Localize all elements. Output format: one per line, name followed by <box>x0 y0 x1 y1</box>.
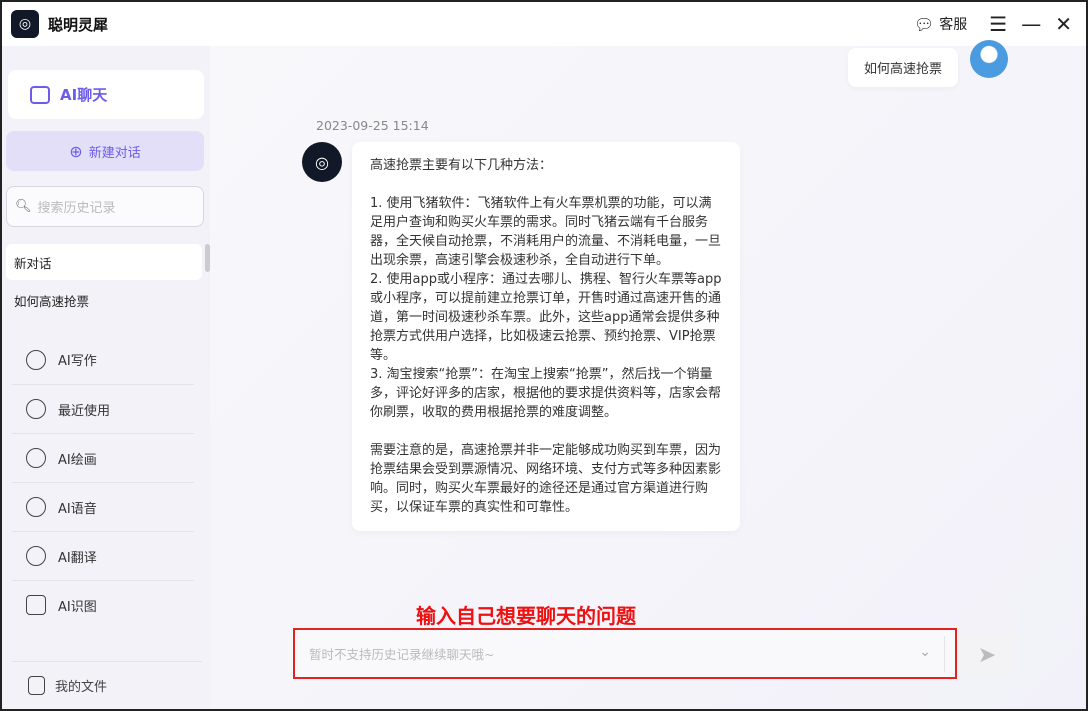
tool-label: 最近使用 <box>58 403 111 419</box>
my-files-button[interactable]: 我的文件 <box>12 661 202 709</box>
annotation-text: 输入自己想要聊天的问题 <box>416 604 636 628</box>
sidebar-item-ai-chat[interactable]: AI聊天 <box>8 70 204 119</box>
sidebar-item-ai-translate[interactable]: AI翻译 <box>12 531 194 580</box>
close-icon[interactable]: ✕ <box>1055 12 1072 36</box>
history-list: 新对话 如何高速抢票 <box>6 244 202 320</box>
new-chat-button[interactable]: ⊕ 新建对话 <box>6 131 204 171</box>
tool-label: AI识图 <box>58 599 97 615</box>
my-files-label: 我的文件 <box>55 680 108 695</box>
history-item[interactable]: 新对话 <box>6 244 202 280</box>
minimize-icon[interactable]: — <box>1021 12 1041 36</box>
chevron-down-icon[interactable]: ⌄ <box>919 644 931 660</box>
bot-message: 高速抢票主要有以下几种方法： 1. 使用飞猪软件：飞猪软件上有火车票机票的功能，… <box>352 142 740 531</box>
brush-icon <box>26 448 46 468</box>
sidebar-item-ai-writing[interactable]: AI写作 <box>12 335 194 384</box>
sidebar: AI聊天 ⊕ 新建对话 🔍︎ 搜索历史记录 新对话 如何高速抢票 AI写作 最近… <box>2 46 210 709</box>
ai-chat-label: AI聊天 <box>60 86 108 104</box>
bot-avatar: ◎ <box>302 142 342 182</box>
app-title: 聪明灵犀 <box>48 15 109 34</box>
search-placeholder: 搜索历史记录 <box>37 201 116 216</box>
tool-label: AI写作 <box>58 354 97 369</box>
chat-area: 如何高速抢票 2023-09-25 15:14 ◎ 高速抢票主要有以下几种方法：… <box>210 40 1086 709</box>
app-window: ◎ 聪明灵犀 💬︎ 客服 ☰ — ✕ AI聊天 ⊕ 新建对话 🔍︎ 搜索历史记录… <box>0 0 1088 711</box>
user-message: 如何高速抢票 <box>847 48 958 87</box>
voice-icon <box>26 497 46 517</box>
history-item[interactable]: 如何高速抢票 <box>6 282 202 318</box>
chat-input-placeholder: 暂时不支持历史记录继续聊天哦~ <box>309 647 495 662</box>
image-icon <box>26 595 46 615</box>
history-icon <box>26 399 46 419</box>
title-bar: ◎ 聪明灵犀 💬︎ 客服 ☰ — ✕ <box>2 2 1086 46</box>
tool-list: AI写作 最近使用 AI绘画 AI语音 AI翻译 AI识图 <box>12 335 194 629</box>
send-button[interactable]: ➤ <box>958 632 1016 678</box>
user-avatar <box>970 40 1008 78</box>
sidebar-item-ai-painting[interactable]: AI绘画 <box>12 433 194 482</box>
history-search-input[interactable]: 🔍︎ 搜索历史记录 <box>6 186 204 227</box>
customer-service-button[interactable]: 💬︎ 客服 <box>914 14 967 34</box>
translate-icon <box>26 546 46 566</box>
tool-label: AI绘画 <box>58 452 97 468</box>
chat-icon <box>30 85 50 104</box>
pen-icon <box>26 349 46 370</box>
app-logo-icon: ◎ <box>11 10 39 38</box>
sidebar-item-recent[interactable]: 最近使用 <box>12 384 194 433</box>
chat-bubble-icon: 💬︎ <box>913 14 935 34</box>
tool-label: AI语音 <box>58 501 97 517</box>
send-icon: ➤ <box>977 642 997 668</box>
plus-circle-icon: ⊕ <box>69 141 83 161</box>
divider <box>944 636 945 672</box>
new-chat-label: 新建对话 <box>88 145 141 161</box>
customer-service-label: 客服 <box>939 17 968 33</box>
sidebar-item-ai-voice[interactable]: AI语音 <box>12 482 194 531</box>
file-icon <box>28 676 45 695</box>
tool-label: AI翻译 <box>58 550 97 566</box>
search-icon: 🔍︎ <box>15 199 32 214</box>
sidebar-item-ai-image-recognition[interactable]: AI识图 <box>12 580 194 629</box>
chat-input[interactable]: 暂时不支持历史记录继续聊天哦~ ⌄ <box>293 628 957 679</box>
message-timestamp: 2023-09-25 15:14 <box>316 118 429 133</box>
menu-icon[interactable]: ☰ <box>989 12 1007 36</box>
